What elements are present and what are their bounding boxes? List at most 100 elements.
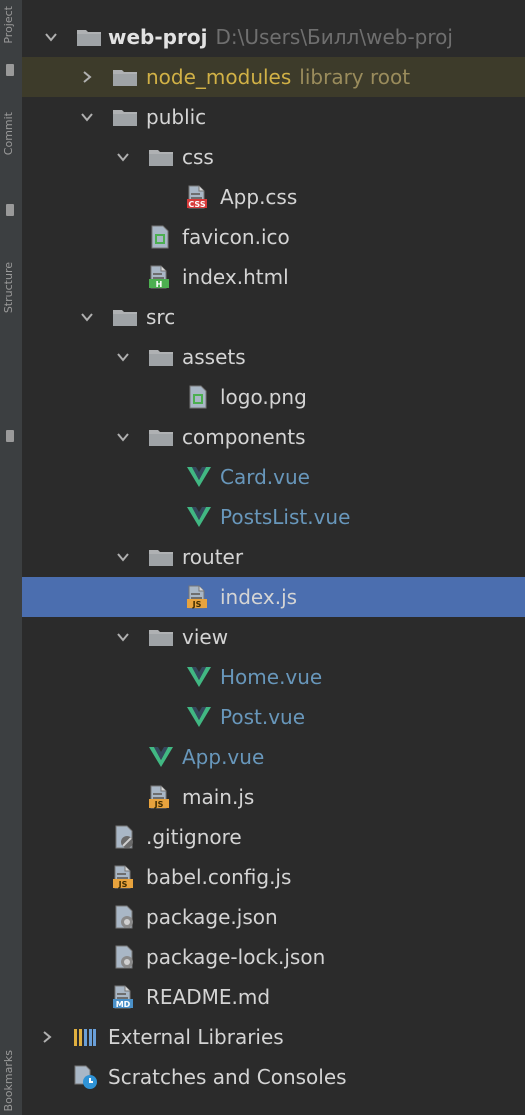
tree-item-label: css — [182, 137, 214, 177]
css-file-icon: CSS — [186, 185, 210, 209]
tree-item-name: PostsList.vue — [220, 505, 351, 529]
chevron-down-icon[interactable] — [76, 306, 98, 328]
structure-tool-icon[interactable] — [6, 430, 14, 442]
tree-row-public[interactable]: public — [22, 97, 525, 137]
chevron-down-icon[interactable] — [40, 26, 62, 48]
tree-item-label: App.vue — [182, 737, 264, 777]
json-file-icon — [112, 945, 136, 969]
tree-row-scratches[interactable]: Scratches and Consoles — [22, 1057, 525, 1097]
tree-item-name: App.css — [220, 185, 298, 209]
tree-row-main-js[interactable]: JS main.js — [22, 777, 525, 817]
tree-row-postslist-vue[interactable]: PostsList.vue — [22, 497, 525, 537]
js-file-icon: JS — [148, 785, 172, 809]
folder-icon — [148, 347, 174, 367]
tree-item-label: README.md — [146, 977, 270, 1017]
html-file-icon: H — [148, 265, 172, 289]
tree-item-name: README.md — [146, 985, 271, 1009]
svg-text:MD: MD — [116, 1000, 131, 1009]
folder-icon — [112, 107, 138, 127]
tree-row-view[interactable]: view — [22, 617, 525, 657]
chevron-down-icon[interactable] — [112, 146, 134, 168]
tree-row-package-lock[interactable]: package-lock.json — [22, 937, 525, 977]
tree-row-src[interactable]: src — [22, 297, 525, 337]
folder-icon — [148, 627, 174, 647]
tree-item-label: src — [146, 297, 175, 337]
tree-row-favicon[interactable]: favicon.ico — [22, 217, 525, 257]
tree-row-app-css[interactable]: CSS App.css — [22, 177, 525, 217]
tree-item-name: view — [182, 625, 229, 649]
chevron-down-icon[interactable] — [112, 546, 134, 568]
svg-text:JS: JS — [192, 600, 202, 609]
chevron-right-icon[interactable] — [36, 1026, 58, 1048]
tree-row-router[interactable]: router — [22, 537, 525, 577]
tree-item-name: Card.vue — [220, 465, 310, 489]
tree-row-babel-config[interactable]: JS babel.config.js — [22, 857, 525, 897]
project-path: D:\Users\Билл\web-proj — [215, 25, 453, 49]
tree-item-name: babel.config.js — [146, 865, 292, 889]
svg-text:H: H — [156, 280, 163, 289]
svg-text:JS: JS — [154, 800, 164, 809]
tree-item-name: index.html — [182, 265, 289, 289]
tree-row-node-modules[interactable]: node_modules library root — [22, 57, 525, 97]
scratches-icon — [72, 1064, 100, 1090]
tree-item-label: Post.vue — [220, 697, 305, 737]
tree-item-name: package.json — [146, 905, 278, 929]
tree-row-router-index[interactable]: JS index.js — [22, 577, 525, 617]
tree-row-external-libraries[interactable]: External Libraries — [22, 1017, 525, 1057]
tree-item-name: main.js — [182, 785, 255, 809]
ignore-file-icon — [112, 825, 136, 849]
commit-tool-label[interactable]: Commit — [2, 112, 20, 155]
tree-item-name: Scratches and Consoles — [108, 1065, 347, 1089]
tree-row-gitignore[interactable]: .gitignore — [22, 817, 525, 857]
chevron-down-icon[interactable] — [112, 626, 134, 648]
chevron-down-icon[interactable] — [112, 346, 134, 368]
tree-item-name: logo.png — [220, 385, 307, 409]
vue-file-icon — [186, 506, 212, 528]
project-tool-label[interactable]: Project — [2, 6, 20, 44]
tree-item-label: Home.vue — [220, 657, 322, 697]
svg-text:JS: JS — [118, 880, 128, 889]
tree-item-label: components — [182, 417, 306, 457]
tool-window-strip: Project Commit Structure Bookmarks — [0, 0, 23, 1115]
tree-row-package-json[interactable]: package.json — [22, 897, 525, 937]
folder-icon — [112, 67, 138, 87]
tree-item-label: favicon.ico — [182, 217, 290, 257]
tree-row-assets[interactable]: assets — [22, 337, 525, 377]
project-tree[interactable]: web-proj D:\Users\Билл\web-proj node_modu… — [22, 17, 525, 1097]
commit-tool-icon[interactable] — [6, 204, 14, 216]
bookmarks-tool-label[interactable]: Bookmarks — [2, 1050, 20, 1111]
folder-icon — [148, 547, 174, 567]
structure-tool-label[interactable]: Structure — [2, 262, 20, 313]
md-file-icon: MD — [112, 985, 136, 1009]
image-file-icon — [186, 385, 210, 409]
tree-item-name: public — [146, 105, 207, 129]
chevron-down-icon[interactable] — [76, 106, 98, 128]
tree-item-name: components — [182, 425, 306, 449]
tree-item-label: External Libraries — [108, 1017, 284, 1057]
tree-item-name: Home.vue — [220, 665, 323, 689]
vue-file-icon — [186, 706, 212, 728]
tree-item-label: package.json — [146, 897, 278, 937]
tree-row-post-vue[interactable]: Post.vue — [22, 697, 525, 737]
tree-item-name: src — [146, 305, 176, 329]
tree-row-index-html[interactable]: Hindex.html — [22, 257, 525, 297]
tree-row-readme[interactable]: MD README.md — [22, 977, 525, 1017]
tree-row-web-proj[interactable]: web-proj D:\Users\Билл\web-proj — [22, 17, 525, 57]
chevron-down-icon[interactable] — [112, 426, 134, 448]
tree-row-logo[interactable]: logo.png — [22, 377, 525, 417]
tree-item-label: assets — [182, 337, 246, 377]
tree-row-app-vue[interactable]: App.vue — [22, 737, 525, 777]
tree-item-label: PostsList.vue — [220, 497, 350, 537]
tree-item-name: assets — [182, 345, 246, 369]
tree-item-label: web-proj D:\Users\Билл\web-proj — [108, 17, 453, 57]
project-tool-icon[interactable] — [6, 64, 14, 76]
tree-row-home-vue[interactable]: Home.vue — [22, 657, 525, 697]
tree-row-components[interactable]: components — [22, 417, 525, 457]
json-file-icon — [112, 905, 136, 929]
tree-item-name: App.vue — [182, 745, 265, 769]
tree-row-card-vue[interactable]: Card.vue — [22, 457, 525, 497]
chevron-right-icon[interactable] — [76, 66, 98, 88]
tree-row-css[interactable]: css — [22, 137, 525, 177]
tree-item-label: node_modules library root — [146, 57, 410, 97]
svg-text:CSS: CSS — [188, 200, 205, 209]
